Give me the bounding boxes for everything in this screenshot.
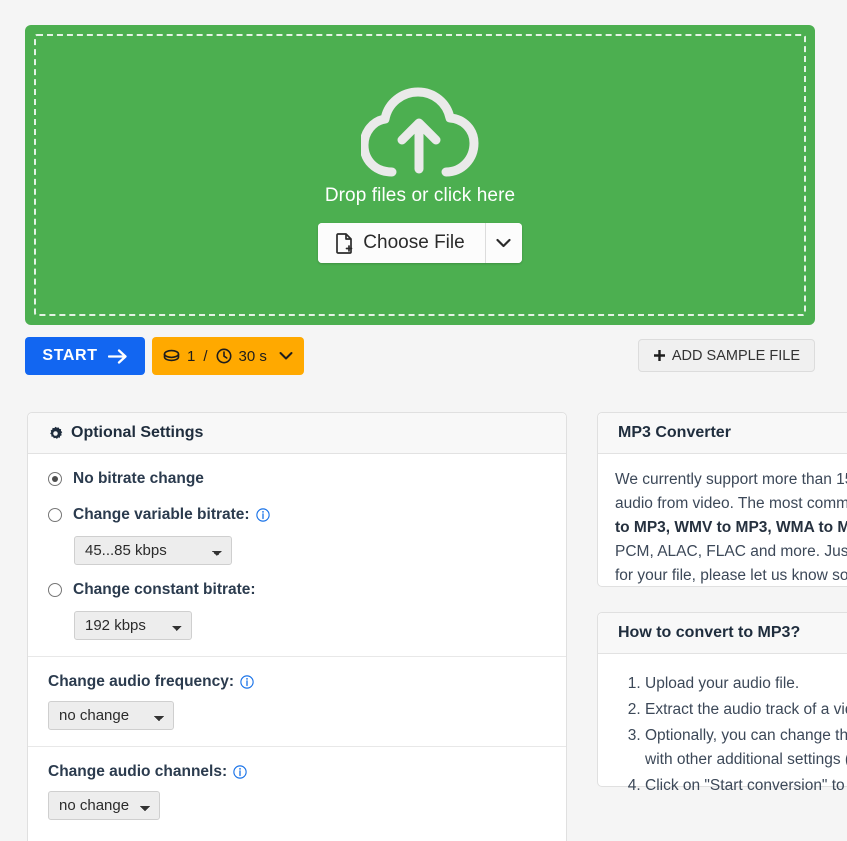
- audio-frequency-label: Change audio frequency:: [48, 673, 546, 691]
- audio-frequency-text: Change audio frequency:: [48, 673, 235, 690]
- radio-constant-bitrate[interactable]: [48, 583, 62, 597]
- mp3-converter-title: MP3 Converter: [618, 424, 731, 441]
- mp3-converter-header: MP3 Converter: [598, 413, 847, 454]
- mp3-converter-card: MP3 Converter We currently support more …: [597, 412, 847, 587]
- radio-no-bitrate-change[interactable]: [48, 472, 62, 486]
- radio-label-constant-bitrate: Change constant bitrate:: [73, 581, 256, 598]
- action-row: START 1 / 30 s ADD SAMPLE FILE: [25, 337, 815, 375]
- converter-line: to MP3, WMV to MP3, WMA to MP3,: [615, 519, 847, 537]
- constant-bitrate-select-wrap: 192 kbps: [48, 611, 546, 640]
- how-to-convert-title: How to convert to MP3?: [618, 624, 801, 641]
- info-circle-icon[interactable]: [233, 765, 247, 779]
- info-circle-icon[interactable]: [240, 675, 254, 689]
- audio-frequency-select[interactable]: no change: [48, 701, 174, 730]
- choose-file-label: Choose File: [363, 232, 465, 253]
- how-to-convert-header: How to convert to MP3?: [598, 613, 847, 654]
- step-text-continuation: with other additional settings (op: [645, 751, 847, 769]
- audio-channels-label: Change audio channels:: [48, 763, 546, 781]
- radio-row-constant-bitrate[interactable]: Change constant bitrate:: [48, 581, 546, 599]
- audio-frequency-block: Change audio frequency: no change: [28, 657, 566, 747]
- chevron-down-icon: [279, 352, 293, 360]
- converter-line: for your file, please let us know so w: [615, 567, 847, 585]
- audio-channels-block: Change audio channels: no change: [28, 747, 566, 836]
- optional-settings-card: Optional Settings No bitrate change Chan…: [27, 412, 567, 841]
- page-root: Drop files or click here Choose File STA…: [0, 0, 847, 841]
- variable-bitrate-select[interactable]: 45...85 kbps: [74, 536, 232, 565]
- info-circle-icon[interactable]: [255, 508, 270, 522]
- choose-file-dropdown-toggle[interactable]: [484, 223, 522, 263]
- step-text: Optionally, you can change the b: [645, 726, 847, 744]
- converter-line: We currently support more than 150: [615, 471, 847, 488]
- converter-line: audio from video. The most common: [615, 495, 847, 513]
- constant-bitrate-select[interactable]: 192 kbps: [74, 611, 192, 640]
- gear-icon: [50, 426, 63, 439]
- list-item: Upload your audio file.: [645, 672, 847, 697]
- radio-variable-bitrate[interactable]: [48, 508, 62, 522]
- how-to-convert-card: How to convert to MP3? Upload your audio…: [597, 612, 847, 794]
- list-item: Optionally, you can change the b with ot…: [645, 724, 847, 774]
- start-button-label: START: [42, 347, 98, 364]
- start-button[interactable]: START: [25, 337, 145, 375]
- plus-icon: [653, 350, 665, 361]
- converter-line: PCM, ALAC, FLAC and more. Just uplo: [615, 543, 847, 561]
- how-to-convert-body: Upload your audio file. Extract the audi…: [598, 654, 847, 816]
- add-sample-file-button[interactable]: ADD SAMPLE FILE: [637, 339, 815, 372]
- cloud-upload-icon: [361, 87, 479, 177]
- add-sample-file-label: ADD SAMPLE FILE: [671, 347, 800, 364]
- credits-separator: /: [203, 347, 208, 365]
- how-to-steps-list: Upload your audio file. Extract the audi…: [615, 672, 847, 799]
- coin-icon: [163, 349, 180, 362]
- file-dropzone[interactable]: Drop files or click here Choose File: [25, 25, 815, 325]
- radio-label-variable-bitrate: Change variable bitrate:: [73, 506, 270, 524]
- choose-file-button[interactable]: Choose File: [318, 223, 485, 263]
- credits-count: 1: [187, 347, 196, 365]
- arrow-right-icon: [107, 348, 127, 364]
- chevron-down-icon: [496, 238, 511, 248]
- credits-badge-button[interactable]: 1 / 30 s: [152, 337, 304, 375]
- radio-row-variable-bitrate[interactable]: Change variable bitrate:: [48, 506, 546, 524]
- radio-row-no-bitrate-change[interactable]: No bitrate change: [48, 470, 546, 488]
- file-add-icon: [336, 232, 353, 254]
- mp3-converter-body: We currently support more than 150 audio…: [598, 454, 847, 604]
- dropzone-label: Drop files or click here: [324, 185, 516, 206]
- radio-label-no-bitrate-change: No bitrate change: [73, 470, 204, 487]
- audio-channels-select[interactable]: no change: [48, 791, 160, 820]
- variable-bitrate-text: Change variable bitrate:: [73, 506, 250, 523]
- bitrate-settings-block: No bitrate change Change variable bitrat…: [28, 454, 566, 657]
- list-item: Click on "Start conversion" to sta: [645, 774, 847, 799]
- choose-file-group[interactable]: Choose File: [318, 223, 522, 263]
- credits-duration: 30 s: [238, 347, 267, 365]
- list-item: Extract the audio track of a video: [645, 698, 847, 723]
- dropzone-inner[interactable]: Drop files or click here Choose File: [34, 34, 806, 316]
- clock-icon: [216, 348, 232, 364]
- optional-settings-header: Optional Settings: [28, 413, 566, 454]
- audio-channels-text: Change audio channels:: [48, 763, 228, 780]
- variable-bitrate-select-wrap: 45...85 kbps: [48, 536, 546, 565]
- optional-settings-title: Optional Settings: [71, 424, 204, 441]
